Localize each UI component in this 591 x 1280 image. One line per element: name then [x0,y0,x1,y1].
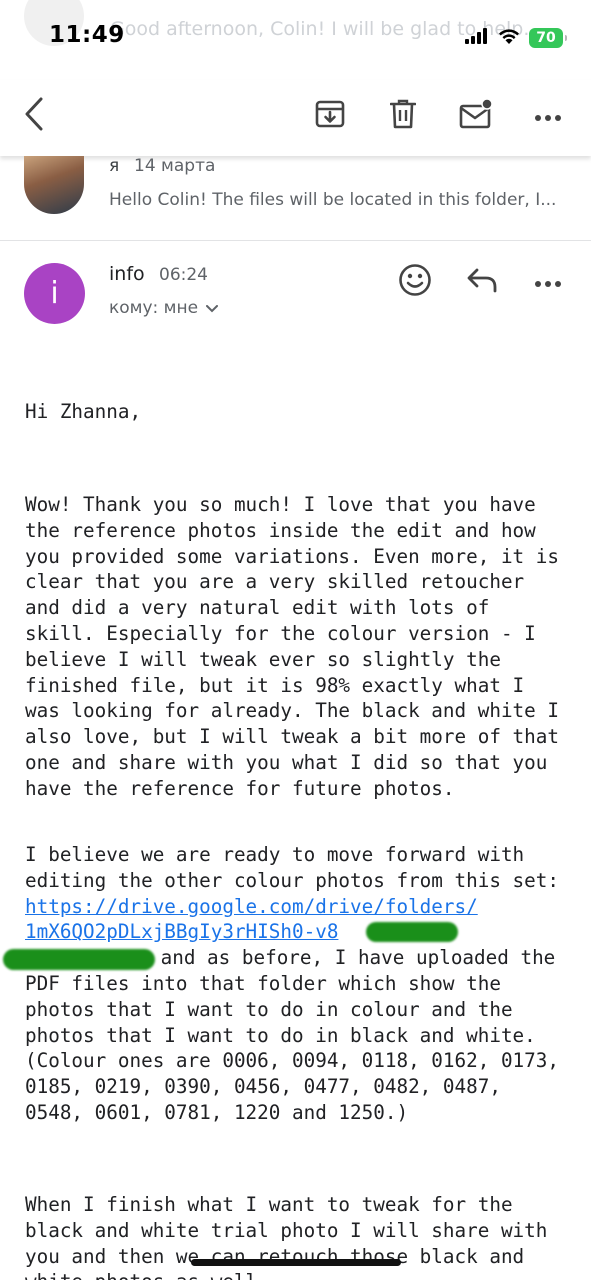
previous-sender: я [109,156,120,176]
link-line-2: 1mX6QO2pDLxjBBgIy3rHISh0-v8 [25,920,339,944]
reply-icon [466,267,498,297]
battery-icon: 70 [529,28,567,48]
mark-unread-icon [459,98,493,133]
recipient-label: кому: мне [109,298,199,318]
trash-icon [389,99,417,133]
back-button[interactable] [14,96,54,136]
back-icon [22,96,46,136]
body-paragraph: I believe we are ready to move forward w… [25,842,570,1126]
sender-name: info [109,263,145,285]
more-options-button[interactable] [528,96,568,136]
react-button[interactable] [395,262,435,302]
more-icon [534,273,562,292]
paragraph-intro: I believe we are ready to move forward w… [25,843,559,892]
battery-level: 70 [536,30,556,46]
greeting: Hi Zhanna, [25,400,142,423]
wifi-icon [497,27,521,49]
paragraph-rest: PDF files into that folder which show th… [25,971,559,1124]
recipient-details[interactable]: кому: мне [109,298,219,318]
delete-button[interactable] [383,96,423,136]
more-icon [534,107,562,126]
previous-snippet: Hello Colin! The files will be located i… [109,190,557,210]
body-paragraph: When I finish what I want to tweak for t… [25,1193,548,1280]
email-screen: Good afternoon, Colin! I will be glad to… [0,0,591,1280]
mark-unread-button[interactable] [456,96,496,136]
emoji-react-icon [398,263,432,301]
status-icons: 70 [465,26,567,50]
previous-date: 14 марта [134,156,216,176]
body-paragraph: Wow! Thank you so much! I love that you … [25,493,559,800]
archive-icon [315,100,345,132]
archive-button[interactable] [310,96,350,136]
signal-icon [465,28,489,48]
chevron-down-icon [206,298,219,318]
message-more-button[interactable] [528,262,568,302]
redaction-mark [366,922,458,942]
sender-avatar[interactable]: i [24,263,85,324]
avatar [24,156,84,214]
redaction-mark [3,949,155,970]
home-indicator [191,1259,401,1266]
status-time: 11:49 [49,22,125,48]
paragraph-continuation: and as before, I have uploaded the [149,946,556,970]
message-toolbar [0,80,591,156]
reply-button[interactable] [462,262,502,302]
previous-message-row[interactable]: я 14 марта Hello Colin! The files will b… [0,156,591,241]
link-line-1: https://drive.google.com/drive/folders/ [25,894,478,918]
message-time: 06:24 [159,265,208,285]
